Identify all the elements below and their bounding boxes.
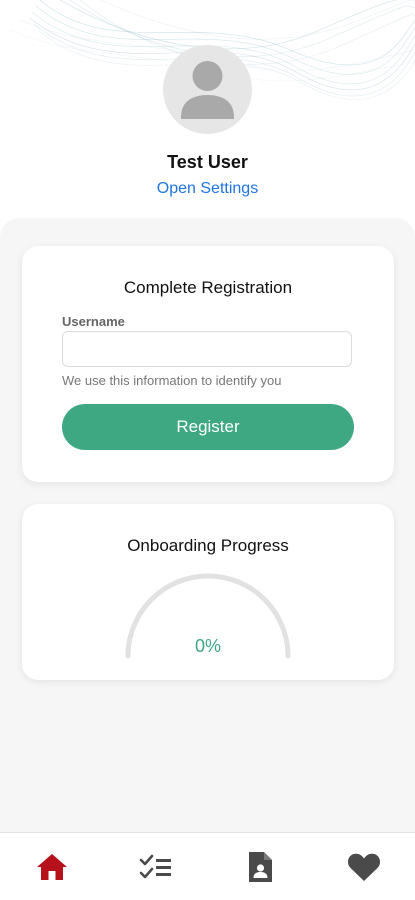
main-content: Complete Registration Username We use th…: [0, 218, 415, 832]
document-person-icon: [249, 852, 272, 882]
bottom-navigation: [0, 832, 415, 900]
onboarding-card: Onboarding Progress 0%: [22, 504, 394, 680]
heart-icon: [347, 853, 381, 881]
home-icon: [37, 854, 67, 880]
onboarding-title: Onboarding Progress: [127, 536, 289, 555]
user-name: Test User: [167, 152, 248, 172]
registration-title: Complete Registration: [123, 278, 293, 297]
nav-documents[interactable]: [208, 833, 312, 900]
nav-home[interactable]: [0, 833, 104, 900]
progress-value: 0%: [194, 636, 221, 656]
username-label: Username: [62, 314, 125, 329]
username-input[interactable]: [62, 331, 352, 367]
register-button[interactable]: Register: [62, 404, 354, 450]
app-screen: Test User Open Settings Complete Registr…: [0, 0, 415, 900]
avatar[interactable]: [163, 45, 252, 134]
nav-favorites[interactable]: [312, 833, 415, 900]
open-settings-link[interactable]: Open Settings: [0, 180, 415, 198]
username-hint: We use this information to identify you: [62, 373, 282, 388]
registration-card: Complete Registration Username We use th…: [22, 246, 394, 482]
checklist-icon: [139, 854, 171, 879]
person-placeholder-icon: [181, 61, 234, 119]
nav-tasks[interactable]: [104, 833, 208, 900]
